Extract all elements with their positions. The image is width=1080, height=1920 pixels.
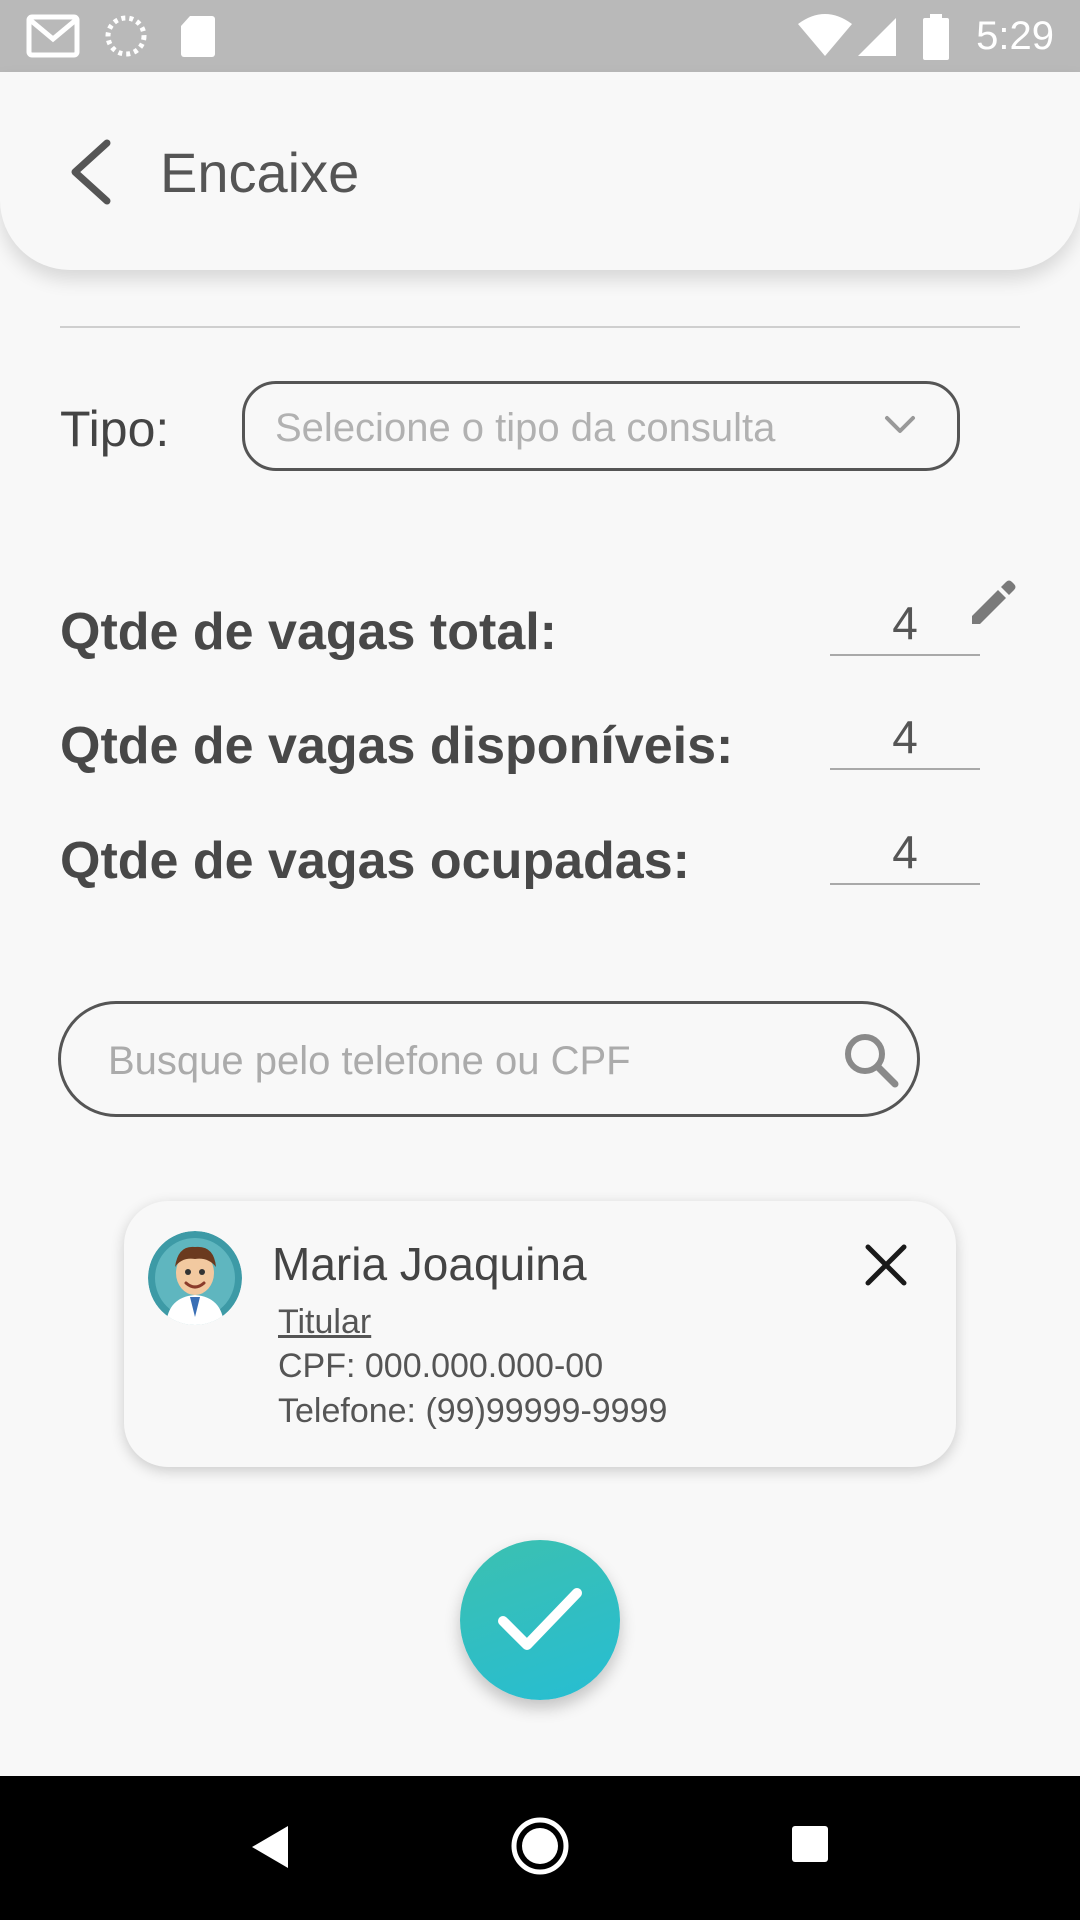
gmail-icon — [26, 14, 80, 58]
patient-role: Titular — [278, 1303, 372, 1341]
tipo-select-placeholder: Selecione o tipo da consulta — [275, 406, 776, 450]
patient-card[interactable]: Maria Joaquina Titular CPF: 000.000.000-… — [124, 1201, 956, 1467]
doctor-avatar-icon — [148, 1231, 242, 1325]
search-placeholder: Busque pelo telefone ou CPF — [108, 1039, 631, 1083]
vagas-total-label: Qtde de vagas total: — [60, 603, 557, 661]
tipo-select[interactable]: Selecione o tipo da consulta — [242, 381, 960, 471]
battery-icon — [923, 14, 949, 60]
divider — [60, 326, 1020, 328]
signal-icon — [858, 18, 896, 56]
confirm-button[interactable] — [460, 1540, 620, 1700]
vagas-total-underline — [830, 654, 980, 656]
app-header: Encaixe — [0, 72, 1080, 270]
patient-phone: Telefone: (99)99999-9999 — [278, 1392, 668, 1430]
wifi-icon — [798, 14, 852, 56]
search-icon[interactable] — [841, 1030, 901, 1090]
chevron-left-icon — [71, 139, 111, 205]
vagas-ocupadas-label: Qtde de vagas ocupadas: — [60, 832, 690, 890]
vagas-disponiveis-value: 4 — [892, 711, 918, 763]
close-icon[interactable] — [862, 1241, 910, 1289]
nav-home-icon[interactable] — [510, 1816, 570, 1876]
status-bar: 5:29 — [0, 0, 1080, 72]
edit-pencil-icon[interactable] — [968, 578, 1018, 628]
tipo-label: Tipo: — [60, 401, 170, 457]
nav-back-icon[interactable] — [248, 1822, 292, 1872]
vagas-ocupadas-value: 4 — [892, 826, 918, 878]
vagas-disponiveis-row: Qtde de vagas disponíveis: 4 — [60, 711, 1020, 806]
chevron-down-icon — [885, 416, 915, 433]
vagas-total-value[interactable]: 4 — [830, 596, 980, 650]
vagas-total-row: Qtde de vagas total: 4 — [60, 597, 1020, 692]
search-input[interactable]: Busque pelo telefone ou CPF — [58, 1001, 920, 1117]
status-time: 5:29 — [976, 14, 1054, 58]
sync-icon — [105, 15, 147, 57]
vagas-disponiveis-underline — [830, 768, 980, 770]
back-button[interactable] — [60, 132, 120, 212]
checkmark-icon — [498, 1588, 582, 1650]
vagas-ocupadas-row: Qtde de vagas ocupadas: 4 — [60, 826, 1020, 921]
patient-name: Maria Joaquina — [272, 1238, 587, 1290]
avatar — [148, 1231, 242, 1325]
vagas-disponiveis-label: Qtde de vagas disponíveis: — [60, 717, 734, 775]
sd-card-icon — [181, 16, 215, 57]
navigation-bar — [0, 1776, 1080, 1920]
vagas-ocupadas-underline — [830, 883, 980, 885]
page-title: Encaixe — [160, 141, 360, 204]
patient-cpf: CPF: 000.000.000-00 — [278, 1347, 604, 1385]
nav-recents-icon[interactable] — [790, 1824, 830, 1864]
